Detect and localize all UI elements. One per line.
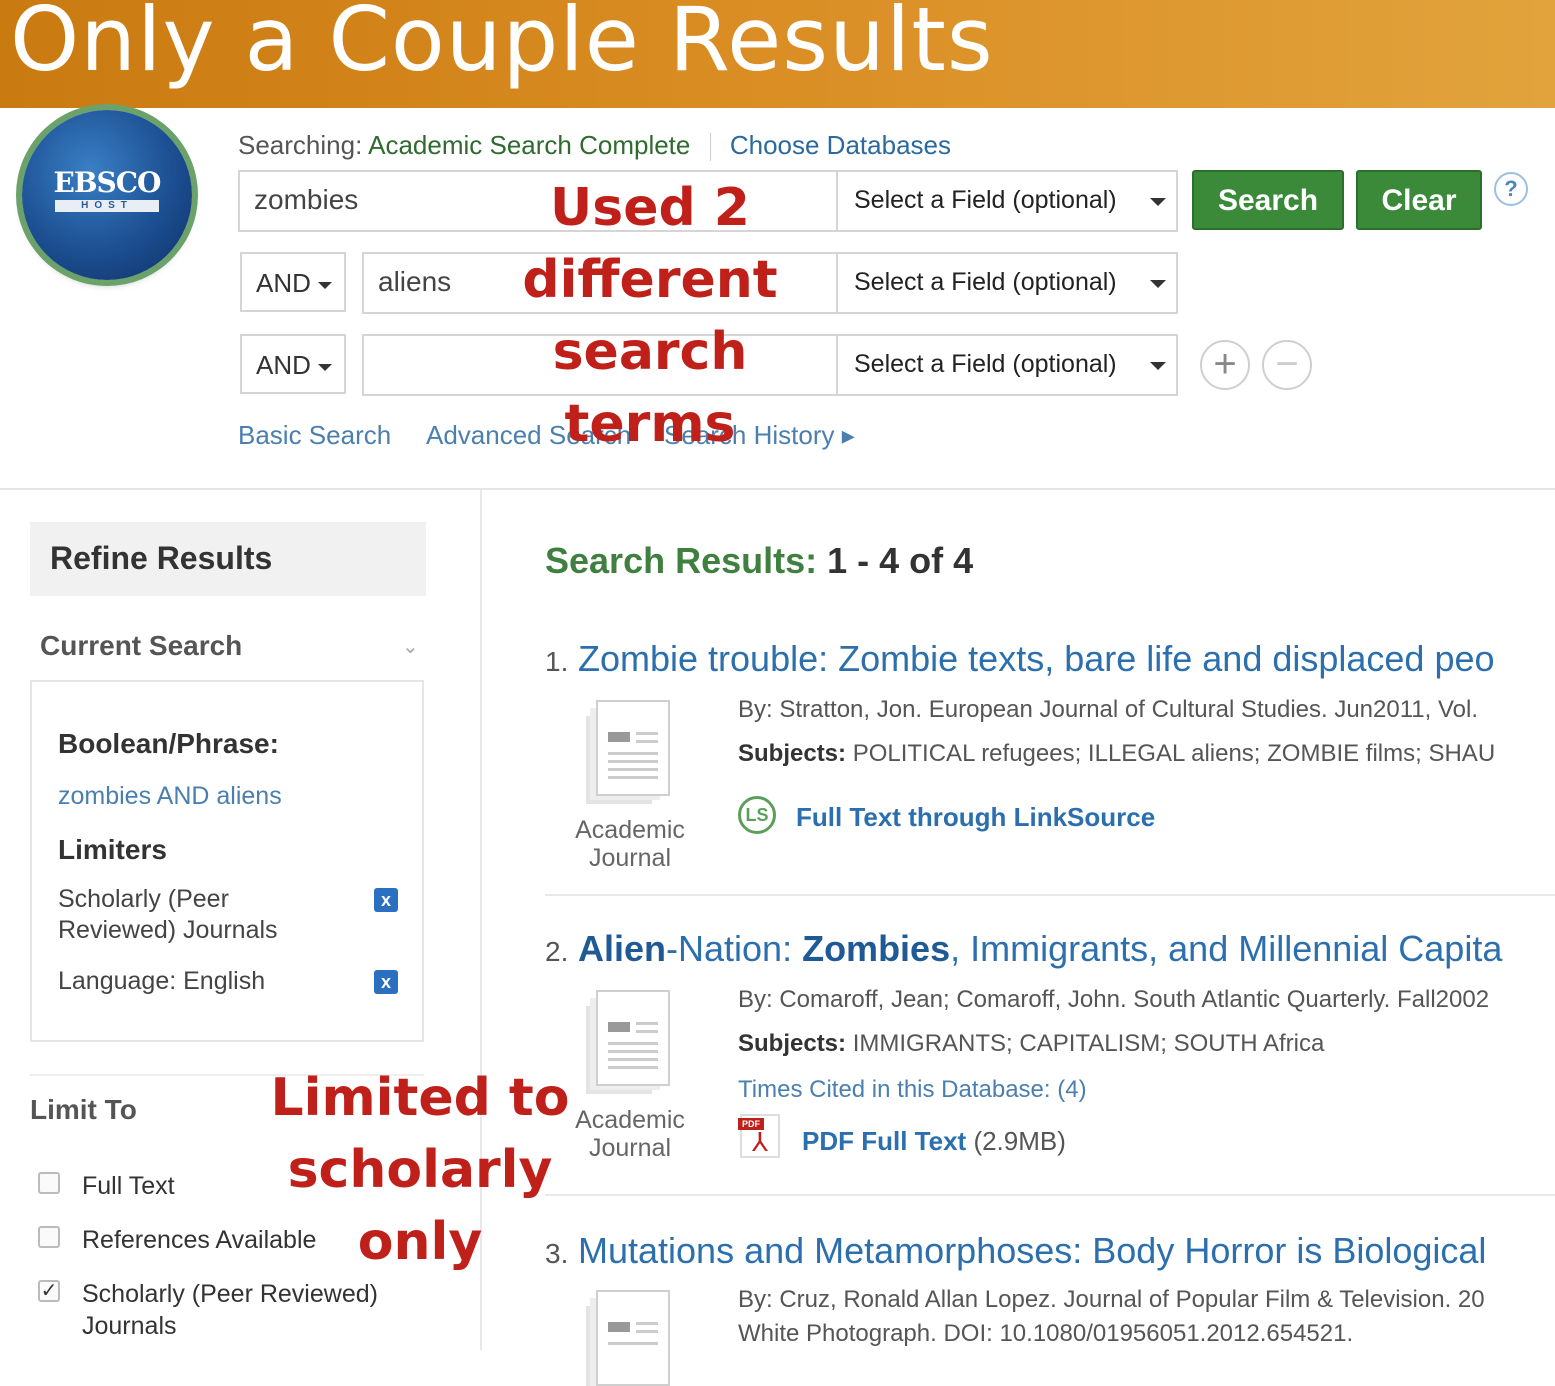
search-results-heading: Search Results: 1 - 4 of 4 bbox=[545, 540, 973, 582]
field-select-2[interactable]: Select a Field (optional) bbox=[836, 252, 1178, 314]
chevron-down-icon bbox=[1150, 362, 1166, 370]
current-search-heading[interactable]: Current Search bbox=[40, 630, 242, 662]
slide-title: Only a Couple Results bbox=[10, 0, 994, 91]
limit-to-heading: Limit To bbox=[30, 1094, 137, 1125]
document-icon[interactable] bbox=[596, 1290, 670, 1386]
result-2-title-link[interactable]: Alien-Nation: Zombies, Immigrants, and M… bbox=[578, 928, 1502, 970]
field-select-1-label: Select a Field (optional) bbox=[854, 186, 1117, 214]
chevron-down-icon bbox=[318, 364, 332, 371]
subjects-label: Subjects: bbox=[738, 740, 847, 767]
limiters-label: Limiters bbox=[58, 834, 167, 865]
subjects-label: Subjects: bbox=[738, 1030, 847, 1057]
title-text: -Nation: bbox=[666, 928, 803, 969]
current-search-box: Boolean/Phrase: zombies AND aliens Limit… bbox=[30, 680, 424, 1042]
times-cited-link[interactable]: Times Cited in this Database: (4) bbox=[738, 1076, 1087, 1104]
pdf-icon: PDF ⅄ bbox=[738, 1114, 780, 1158]
document-icon[interactable] bbox=[596, 700, 670, 796]
clear-button[interactable]: Clear bbox=[1356, 170, 1482, 230]
title-highlight: Zombies bbox=[802, 928, 951, 969]
slide-banner: Only a Couple Results bbox=[0, 0, 1555, 108]
refine-results-header: Refine Results bbox=[30, 522, 426, 596]
search-term-2: aliens bbox=[378, 266, 452, 297]
document-icon[interactable] bbox=[596, 990, 670, 1086]
chevron-down-icon bbox=[1150, 280, 1166, 288]
result-3-line2: White Photograph. DOI: 10.1080/01956051.… bbox=[738, 1320, 1354, 1347]
field-select-3[interactable]: Select a Field (optional) bbox=[836, 334, 1178, 396]
divider bbox=[0, 488, 1555, 490]
refine-results-title: Refine Results bbox=[50, 540, 273, 576]
references-available-checkbox[interactable] bbox=[38, 1226, 60, 1248]
results-heading-label: Search Results: bbox=[545, 540, 818, 581]
subjects-value: POLITICAL refugees; ILLEGAL aliens; ZOMB… bbox=[852, 740, 1496, 767]
result-1-title-link[interactable]: Zombie trouble: Zombie texts, bare life … bbox=[578, 638, 1495, 680]
pdf-full-text-label: PDF Full Text bbox=[802, 1126, 967, 1156]
annotation-search-terms: Used 2 different search terms bbox=[522, 178, 778, 454]
divider bbox=[545, 894, 1555, 896]
result-number: 2. bbox=[545, 936, 569, 967]
add-row-icon[interactable]: + bbox=[1200, 340, 1250, 390]
limiter-scholarly: Scholarly (Peer Reviewed) Journals bbox=[58, 885, 278, 944]
searching-label: Searching: bbox=[238, 130, 363, 160]
title-text: , Immigrants, and Millennial Capita bbox=[950, 928, 1503, 969]
result-1-byline: By: Stratton, Jon. European Journal of C… bbox=[738, 696, 1479, 723]
field-select-3-label: Select a Field (optional) bbox=[854, 350, 1117, 378]
remove-limiter-language-icon[interactable]: x bbox=[374, 970, 398, 994]
scholarly-checkbox[interactable]: ✓ bbox=[38, 1280, 60, 1302]
result-3-byline: By: Cruz, Ronald Allan Lopez. Journal of… bbox=[738, 1286, 1485, 1313]
chevron-down-icon bbox=[318, 282, 332, 289]
pdf-size: (2.9MB) bbox=[973, 1126, 1066, 1156]
publication-type-label: Academic Journal bbox=[575, 1106, 685, 1162]
results-count: 1 - 4 of 4 bbox=[827, 540, 974, 581]
result-number: 1. bbox=[545, 646, 569, 677]
full-text-linksource-link[interactable]: Full Text through LinkSource bbox=[796, 802, 1155, 833]
linksource-icon: LS bbox=[738, 796, 776, 834]
result-2-byline: By: Comaroff, Jean; Comaroff, John. Sout… bbox=[738, 986, 1490, 1013]
full-text-label[interactable]: Full Text bbox=[82, 1170, 175, 1202]
publication-type-label: Academic Journal bbox=[575, 816, 685, 872]
basic-search-link[interactable]: Basic Search bbox=[238, 420, 391, 451]
operator-2-label: AND bbox=[256, 268, 311, 298]
chevron-down-icon[interactable]: ⌄ bbox=[402, 634, 419, 659]
subjects-value: IMMIGRANTS; CAPITALISM; SOUTH Africa bbox=[852, 1030, 1325, 1057]
remove-row-icon[interactable]: − bbox=[1262, 340, 1312, 390]
chevron-down-icon bbox=[1150, 198, 1166, 206]
ebsco-host-logo[interactable]: EBSCO HOST bbox=[22, 110, 192, 280]
search-button[interactable]: Search bbox=[1192, 170, 1344, 230]
boolean-phrase-value[interactable]: zombies AND aliens bbox=[58, 782, 282, 811]
result-1-subjects: Subjects: POLITICAL refugees; ILLEGAL al… bbox=[738, 740, 1495, 768]
divider bbox=[545, 1194, 1555, 1196]
operator-select-2[interactable]: AND bbox=[240, 252, 346, 312]
divider bbox=[709, 133, 711, 162]
search-term-1: zombies bbox=[254, 184, 359, 215]
full-text-checkbox[interactable] bbox=[38, 1172, 60, 1194]
result-2-subjects: Subjects: IMMIGRANTS; CAPITALISM; SOUTH … bbox=[738, 1030, 1324, 1058]
pdf-full-text-link[interactable]: PDF Full Text (2.9MB) bbox=[802, 1126, 1066, 1157]
searching-line: Searching: Academic Search Complete Choo… bbox=[238, 130, 951, 162]
limiter-language: Language: English bbox=[58, 967, 266, 995]
logo-subtext: HOST bbox=[55, 200, 159, 212]
result-3-title-link[interactable]: Mutations and Metamorphoses: Body Horror… bbox=[578, 1230, 1486, 1272]
help-icon[interactable]: ? bbox=[1494, 172, 1528, 206]
boolean-phrase-label: Boolean/Phrase: bbox=[58, 728, 279, 759]
operator-3-label: AND bbox=[256, 350, 311, 380]
database-name: Academic Search Complete bbox=[368, 130, 691, 160]
field-select-2-label: Select a Field (optional) bbox=[854, 268, 1117, 296]
result-number: 3. bbox=[545, 1238, 569, 1269]
choose-databases-link[interactable]: Choose Databases bbox=[730, 130, 951, 160]
scholarly-label[interactable]: Scholarly (Peer Reviewed) Journals bbox=[82, 1278, 412, 1342]
title-highlight: Alien bbox=[578, 928, 667, 969]
field-select-1[interactable]: Select a Field (optional) bbox=[836, 170, 1178, 232]
remove-limiter-scholarly-icon[interactable]: x bbox=[374, 888, 398, 912]
logo-text: EBSCO bbox=[53, 166, 162, 199]
operator-select-3[interactable]: AND bbox=[240, 334, 346, 394]
